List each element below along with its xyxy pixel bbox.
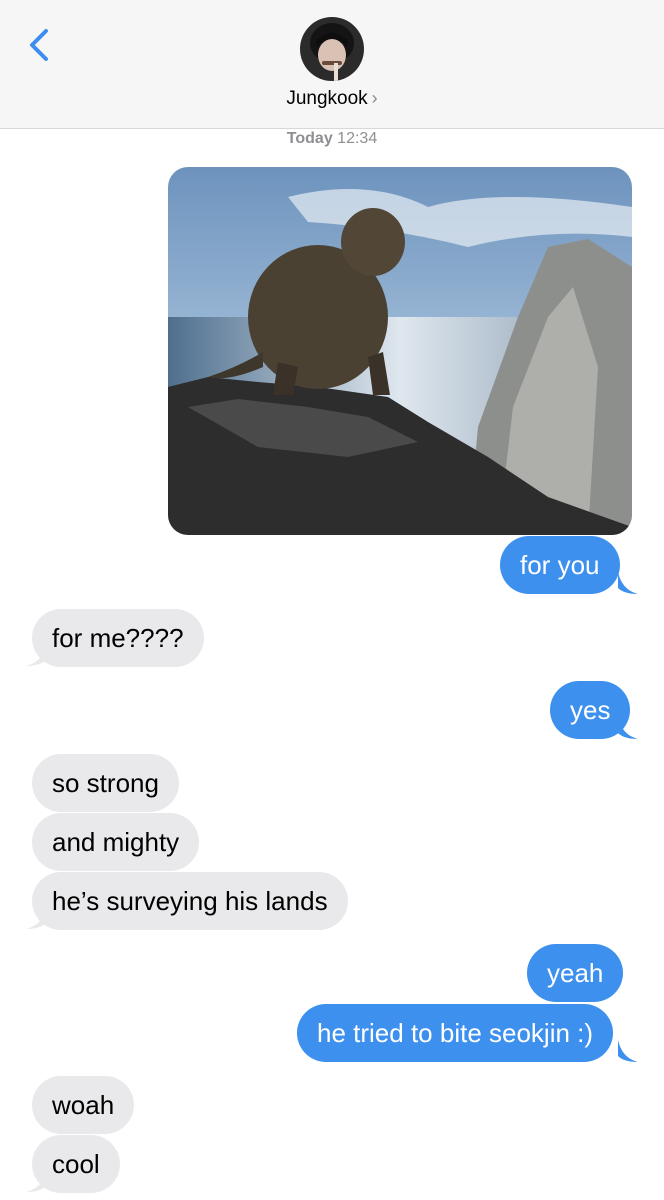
monkey-photo [168,167,632,535]
message-text: yes [570,695,611,725]
bubble-tail [618,1040,638,1062]
message-bubble-outgoing[interactable]: he tried to bite seokjin :) [297,1004,614,1062]
bubble-tail [618,572,638,594]
message-text: he’s surveying his lands [52,886,328,916]
message-bubble-outgoing[interactable]: yeah [527,944,624,1002]
message-text: yeah [547,958,604,988]
timestamp-day: Today [286,130,333,147]
message-text: he tried to bite seokjin :) [317,1018,594,1048]
image-message[interactable] [168,167,632,535]
bubble-tail [26,1172,46,1192]
back-button[interactable] [22,26,58,66]
message-bubble-incoming[interactable]: for me???? [32,609,204,667]
chevron-right-icon: › [371,88,378,108]
message-text: cool [52,1149,100,1179]
bubble-tail [26,909,46,929]
message-bubble-incoming[interactable]: he’s surveying his lands [32,872,348,930]
message-text: for you [520,550,600,580]
message-text: so strong [52,768,159,798]
conversation-header: Jungkook › [0,0,664,129]
timestamp: Today 12:34 [0,130,664,148]
message-text: for me???? [52,623,184,653]
contact-name: Jungkook [286,88,368,109]
message-bubble-incoming[interactable]: and mighty [32,813,200,871]
message-bubble-incoming[interactable]: woah [32,1076,135,1134]
contact-name-button[interactable]: Jungkook › [0,88,664,110]
message-bubble-outgoing[interactable]: for you [500,536,620,594]
message-bubble-incoming[interactable]: so strong [32,754,179,812]
chevron-left-icon [30,29,48,61]
timestamp-time: 12:34 [337,130,378,147]
message-text: woah [52,1090,115,1120]
avatar[interactable] [300,17,364,81]
message-text: and mighty [52,827,180,857]
bubble-tail [26,646,46,666]
bubble-tail [618,717,638,739]
